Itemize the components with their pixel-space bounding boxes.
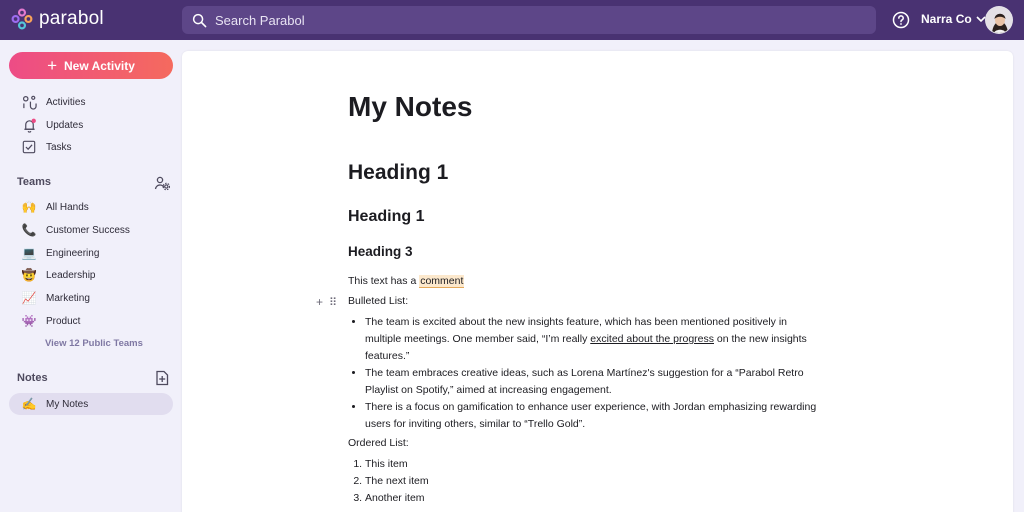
sidebar-item-leadership[interactable]: 🤠 Leadership: [9, 264, 173, 286]
parabol-logo-icon: [11, 8, 33, 30]
ordered-list-label: Ordered List:: [348, 437, 409, 449]
heading-1: Heading 1: [348, 161, 449, 184]
org-switcher[interactable]: Narra Co: [921, 12, 986, 26]
add-block-icon[interactable]: +: [316, 295, 323, 309]
list-item-text: The team is excited about the new insigh…: [365, 316, 787, 328]
top-bar: parabol Narra Co: [0, 0, 1024, 40]
list-item: The team is excited about the new insigh…: [365, 314, 855, 365]
avatar[interactable]: [985, 6, 1013, 34]
sidebar-item-activities[interactable]: Activities: [9, 91, 173, 113]
list-item-text: multiple meetings. One member said, “I’m…: [365, 333, 591, 345]
brand[interactable]: parabol: [11, 8, 104, 30]
search-input[interactable]: [215, 12, 855, 28]
team-emoji-icon: 👾: [21, 314, 37, 328]
new-activity-button[interactable]: + New Activity: [9, 52, 173, 79]
sidebar-item-label: Leadership: [46, 269, 96, 281]
sidebar-item-tasks[interactable]: Tasks: [9, 136, 173, 158]
bell-icon: [20, 116, 38, 134]
checkbox-icon: [20, 138, 38, 156]
page-title: My Notes: [348, 91, 473, 122]
list-item-text: on the new insights: [714, 333, 807, 345]
list-item: Another item: [365, 490, 429, 507]
list-item: The next item: [365, 473, 429, 490]
sidebar-item-customer-success[interactable]: 📞 Customer Success: [9, 219, 173, 241]
sidebar-item-engineering[interactable]: 💻 Engineering: [9, 242, 173, 264]
heading-1-second: Heading 1: [348, 208, 425, 225]
sidebar-item-label: Engineering: [46, 247, 100, 259]
comment-paragraph: This text has a comment: [348, 275, 465, 288]
sidebar-item-label: Customer Success: [46, 224, 130, 236]
sidebar-item-label: Tasks: [46, 141, 72, 153]
sidebar-item-label: Product: [46, 315, 81, 327]
sidebar-item-label: Marketing: [46, 292, 90, 304]
heading-3: Heading 3: [348, 244, 413, 259]
team-emoji-icon: 💻: [21, 246, 37, 260]
team-emoji-icon: 📞: [21, 223, 37, 237]
list-item-text: users for inviting others, similar to “T…: [365, 418, 586, 430]
sidebar-item-label: Updates: [46, 119, 84, 131]
sidebar-item-updates[interactable]: Updates: [9, 114, 173, 136]
sidebar-item-all-hands[interactable]: 🙌 All Hands: [9, 196, 173, 218]
block-controls: + ⠿: [316, 295, 337, 309]
activities-icon: [20, 93, 38, 111]
notes-section-title: Notes: [17, 372, 48, 384]
list-item: The team embraces creative ideas, such a…: [365, 365, 855, 399]
new-activity-label: New Activity: [64, 58, 135, 73]
list-item-text: Playlist on Spotify,” aimed at increasin…: [365, 384, 612, 396]
brand-name: parabol: [39, 8, 104, 29]
sidebar-item-label: Activities: [46, 96, 86, 108]
list-item: There is a focus on gamification to enha…: [365, 399, 855, 433]
document-panel: My Notes Heading 1 Heading 1 Heading 3 T…: [182, 51, 1013, 512]
linked-text[interactable]: excited about the progress: [590, 333, 714, 345]
list-item-text: There is a focus on gamification to enha…: [365, 401, 817, 413]
teams-section-title: Teams: [17, 176, 52, 188]
list-item-text: features.”: [365, 350, 410, 362]
note-emoji-icon: ✍️: [21, 397, 37, 411]
comment-highlight[interactable]: comment: [419, 275, 465, 288]
sidebar-item-marketing[interactable]: 📈 Marketing: [9, 287, 173, 309]
sidebar-item-product[interactable]: 👾 Product: [9, 310, 173, 332]
plus-icon: +: [47, 56, 57, 75]
help-icon[interactable]: [892, 11, 910, 29]
bulleted-list-label: Bulleted List:: [348, 295, 409, 307]
sidebar-item-my-notes[interactable]: ✍️ My Notes: [9, 393, 173, 415]
list-item: This item: [365, 456, 429, 473]
ordered-list: This item The next item Another item: [365, 456, 429, 507]
sidebar-item-label: My Notes: [46, 398, 89, 410]
user-avatar-icon: [986, 7, 1012, 33]
sidebar-item-label: All Hands: [46, 201, 89, 213]
team-emoji-icon: 🙌: [21, 200, 37, 214]
search-bar[interactable]: [182, 6, 876, 34]
bulleted-list: The team is excited about the new insigh…: [365, 314, 855, 433]
team-emoji-icon: 📈: [21, 291, 37, 305]
view-public-teams-link[interactable]: View 12 Public Teams: [45, 338, 143, 349]
add-note-icon[interactable]: [154, 370, 170, 386]
drag-handle-icon[interactable]: ⠿: [329, 296, 337, 309]
team-settings-icon[interactable]: [154, 175, 170, 191]
org-name: Narra Co: [921, 12, 972, 26]
list-item-text: The team embraces creative ideas, such a…: [365, 367, 804, 379]
team-emoji-icon: 🤠: [21, 268, 37, 282]
paragraph-text: This text has a: [348, 275, 420, 287]
search-icon: [192, 13, 207, 27]
sidebar: + New Activity Activities Updates Tasks …: [0, 40, 182, 512]
